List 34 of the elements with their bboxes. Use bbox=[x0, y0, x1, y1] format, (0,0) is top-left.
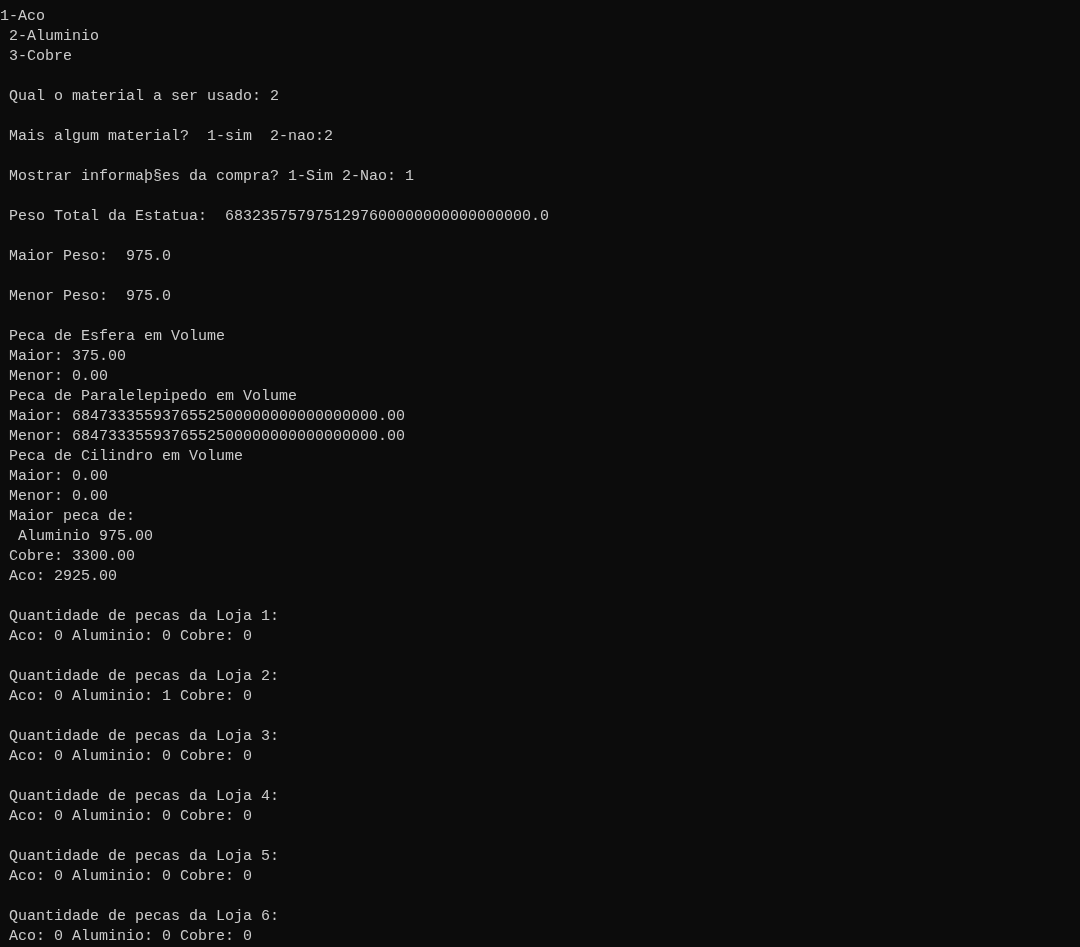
console-line: Menor: 0.00 bbox=[8, 488, 109, 505]
console-line: 1-Aco bbox=[0, 8, 45, 25]
console-line: Aco: 0 Aluminio: 0 Cobre: 0 bbox=[8, 868, 253, 885]
console-line: Quantidade de pecas da Loja 1: bbox=[8, 608, 280, 625]
console-line: Menor Peso: 975.0 bbox=[8, 288, 172, 305]
console-line: Maior: 375.00 bbox=[8, 348, 127, 365]
console-line: 3-Cobre bbox=[8, 48, 72, 65]
console-line: Mostrar informaþ§es da compra? 1-Sim 2-Nao: 1 bbox=[8, 168, 415, 185]
console-line: Quantidade de pecas da Loja 4: bbox=[8, 788, 280, 805]
console-line: Peca de Paralelepipedo em Volume bbox=[8, 388, 298, 405]
console-line: Mais algum material? 1-sim 2-nao:2 bbox=[8, 128, 334, 145]
console-line: 2-Aluminio bbox=[8, 28, 100, 45]
console-line: Aco: 0 Aluminio: 1 Cobre: 0 bbox=[8, 688, 253, 705]
console-line: Aco: 0 Aluminio: 0 Cobre: 0 bbox=[8, 928, 253, 945]
console-line: Cobre: 3300.00 bbox=[8, 548, 136, 565]
console-line: Peso Total da Estatua: 6832357579751297600000000000000000.0 bbox=[8, 208, 550, 225]
console-line: Aco: 2925.00 bbox=[8, 568, 118, 585]
console-line: Maior peca de: bbox=[8, 508, 136, 525]
console-line: Quantidade de pecas da Loja 3: bbox=[8, 728, 280, 745]
console-line: Aluminio 975.00 bbox=[17, 528, 154, 545]
console-line: Maior: 6847333559376552500000000000000000.00 bbox=[8, 408, 406, 425]
console-line: Peca de Esfera em Volume bbox=[8, 328, 226, 345]
console-line: Quantidade de pecas da Loja 6: bbox=[8, 908, 280, 925]
console-line: Peca de Cilindro em Volume bbox=[8, 448, 244, 465]
console-line: Qual o material a ser usado: 2 bbox=[8, 88, 280, 105]
console-line: Menor: 6847333559376552500000000000000000.00 bbox=[8, 428, 406, 445]
console-line: Maior: 0.00 bbox=[8, 468, 109, 485]
console-line: Aco: 0 Aluminio: 0 Cobre: 0 bbox=[8, 808, 253, 825]
console-line: Maior Peso: 975.0 bbox=[8, 248, 172, 265]
console-line: Quantidade de pecas da Loja 2: bbox=[8, 668, 280, 685]
console-line: Aco: 0 Aluminio: 0 Cobre: 0 bbox=[8, 748, 253, 765]
console-line: Quantidade de pecas da Loja 5: bbox=[8, 848, 280, 865]
console-line: Menor: 0.00 bbox=[8, 368, 109, 385]
console-line: Aco: 0 Aluminio: 0 Cobre: 0 bbox=[8, 628, 253, 645]
